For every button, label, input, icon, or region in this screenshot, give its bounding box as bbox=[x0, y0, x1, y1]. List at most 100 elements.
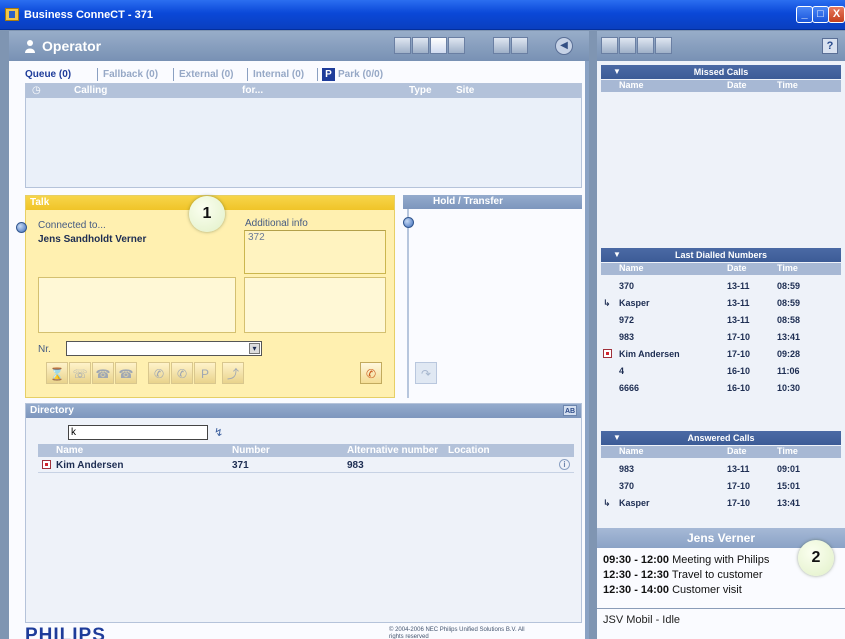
list-item[interactable]: 972 13-11 08:58 bbox=[601, 313, 841, 329]
operator-title: Operator bbox=[42, 38, 102, 54]
network-icon[interactable] bbox=[619, 37, 636, 54]
tab-queue[interactable]: Queue (0) bbox=[25, 66, 71, 83]
row-alternative: 983 bbox=[347, 460, 364, 471]
callout-marker-1: 1 bbox=[189, 196, 225, 232]
last-dialled-columns: Name Date Time bbox=[601, 263, 841, 275]
clock-icon: ◷ bbox=[32, 85, 41, 96]
list-item[interactable]: 370 13-11 08:59 bbox=[601, 279, 841, 295]
callout-marker-2: 2 bbox=[798, 540, 834, 576]
forward-icon: ↳ bbox=[603, 498, 611, 508]
list-item[interactable]: 370 17-10 15:01 bbox=[601, 479, 841, 495]
list-item[interactable]: Kim Andersen 17-10 09:28 bbox=[601, 347, 841, 363]
minimize-button[interactable]: _ bbox=[796, 6, 813, 23]
talk-line-knob[interactable] bbox=[16, 222, 27, 233]
table-row[interactable]: Kim Andersen 371 983 i bbox=[38, 459, 574, 473]
appointment-item: 09:30 - 12:00 Meeting with Philips bbox=[603, 554, 770, 566]
col-calling[interactable]: Calling bbox=[74, 85, 107, 96]
user-status-icon[interactable] bbox=[412, 37, 429, 54]
answer-call-icon[interactable]: ✆ bbox=[360, 362, 382, 384]
operator-pane: Operator ◀ Queue (0) Fallback (0) Extern… bbox=[9, 31, 589, 639]
queue-list[interactable]: ◷ Calling for... Type Site bbox=[25, 83, 582, 188]
edit-icon[interactable] bbox=[637, 37, 654, 54]
directory-search-input[interactable] bbox=[68, 425, 208, 440]
hourglass-icon[interactable]: ⌛ bbox=[46, 362, 68, 384]
operator-icon bbox=[25, 40, 35, 53]
profile-status: JSV Mobil - Idle bbox=[603, 614, 681, 626]
talk-notes-field[interactable] bbox=[38, 277, 236, 333]
side-toolbar: ? bbox=[597, 31, 845, 61]
col-name[interactable]: Name bbox=[56, 445, 83, 456]
handset-forward-icon[interactable]: ✆ bbox=[171, 362, 193, 384]
search-refresh-icon[interactable]: ↯ bbox=[214, 426, 228, 439]
forward-icon: ↳ bbox=[603, 298, 611, 308]
col-location[interactable]: Location bbox=[448, 445, 490, 456]
missed-calls-columns: Name Date Time bbox=[601, 80, 841, 92]
close-button[interactable]: X bbox=[828, 6, 845, 23]
app-icon bbox=[5, 8, 19, 21]
additional-info-field[interactable]: 372 bbox=[244, 230, 386, 274]
directory-header: Directory AB bbox=[26, 404, 581, 418]
philips-logo: PHILIPS bbox=[25, 625, 106, 639]
row-number: 371 bbox=[232, 460, 249, 471]
operator-mode-icon[interactable] bbox=[430, 37, 447, 54]
col-number[interactable]: Number bbox=[232, 445, 270, 456]
person-icon[interactable] bbox=[394, 37, 411, 54]
appointment-item: 12:30 - 12:30 Travel to customer bbox=[603, 569, 763, 581]
row-name: Kim Andersen bbox=[56, 460, 124, 471]
answered-calls-header[interactable]: ▼ Answered Calls bbox=[601, 431, 841, 445]
last-dialled-list: 370 13-11 08:59 ↳ Kasper 13-11 08:59 972 13-11… bbox=[601, 277, 841, 427]
tab-internal[interactable]: Internal (0) bbox=[253, 66, 304, 83]
additional-info-label: Additional info bbox=[245, 218, 308, 229]
list-item[interactable]: 6666 16-10 10:30 bbox=[601, 381, 841, 397]
settings-icon[interactable] bbox=[493, 37, 510, 54]
maximize-button[interactable]: □ bbox=[812, 6, 829, 23]
phone-hangup-icon[interactable]: ☎ bbox=[115, 362, 137, 384]
keypad-phone-icon[interactable]: ☏ bbox=[69, 362, 91, 384]
keypad-icon[interactable] bbox=[601, 37, 618, 54]
last-dialled-header[interactable]: ▼ Last Dialled Numbers bbox=[601, 248, 841, 262]
phone-transfer-icon[interactable]: ☎ bbox=[92, 362, 114, 384]
missed-calls-header[interactable]: ▼ Missed Calls bbox=[601, 65, 841, 79]
contact-icon bbox=[42, 460, 51, 471]
back-icon[interactable]: ◀ bbox=[555, 37, 573, 55]
tools-icon[interactable] bbox=[511, 37, 528, 54]
col-for[interactable]: for... bbox=[242, 85, 263, 96]
tab-park[interactable]: P Park (0/0) bbox=[322, 66, 383, 83]
chevron-down-icon[interactable]: ▾ bbox=[249, 343, 260, 354]
nr-dropdown[interactable]: ▾ bbox=[66, 341, 262, 356]
answered-calls-columns: Name Date Time bbox=[601, 446, 841, 458]
pickup-icon[interactable]: ⤴ bbox=[222, 362, 244, 384]
appointment-item: 12:30 - 14:00 Customer visit bbox=[603, 584, 742, 596]
phone-book-icon[interactable] bbox=[448, 37, 465, 54]
collapse-icon: ▼ bbox=[613, 250, 621, 259]
list-item[interactable]: 983 17-10 13:41 bbox=[601, 330, 841, 346]
col-alternative-number[interactable]: Alternative number bbox=[347, 445, 438, 456]
list-item[interactable]: 4 16-10 11:06 bbox=[601, 364, 841, 380]
list-item[interactable]: ↳ Kasper 13-11 08:59 bbox=[601, 296, 841, 312]
col-type[interactable]: Type bbox=[409, 85, 432, 96]
info-icon[interactable]: i bbox=[559, 459, 570, 470]
hold-line-knob[interactable] bbox=[403, 217, 414, 228]
missed-calls-list[interactable] bbox=[601, 93, 841, 243]
address-book-icon[interactable]: AB bbox=[563, 405, 577, 416]
contact-icon bbox=[603, 349, 612, 359]
connected-label: Connected to... bbox=[38, 220, 106, 231]
hold-transfer-panel: Hold / Transfer ↷ bbox=[403, 195, 582, 398]
directory-columns: Name Number Alternative number Location bbox=[38, 444, 574, 457]
list-item[interactable]: ↳ Kasper 17-10 13:41 bbox=[601, 496, 841, 512]
help-icon[interactable]: ? bbox=[822, 38, 838, 54]
collapse-icon: ▼ bbox=[613, 433, 621, 442]
queue-header: ◷ Calling for... Type Site bbox=[26, 84, 581, 98]
transfer-icon[interactable]: ↷ bbox=[415, 362, 437, 384]
redirect-icon[interactable] bbox=[655, 37, 672, 54]
handset-icon[interactable]: ✆ bbox=[148, 362, 170, 384]
additional-notes-field[interactable] bbox=[244, 277, 386, 333]
col-site[interactable]: Site bbox=[456, 85, 474, 96]
list-item[interactable]: 983 13-11 09:01 bbox=[601, 462, 841, 478]
operator-header: Operator ◀ bbox=[9, 31, 589, 61]
answered-calls-list: 983 13-11 09:01 370 17-10 15:01 ↳ Kasper 17-10… bbox=[601, 460, 841, 526]
tab-external[interactable]: External (0) bbox=[179, 66, 233, 83]
hold-transfer-header: Hold / Transfer bbox=[403, 195, 582, 209]
tab-fallback[interactable]: Fallback (0) bbox=[103, 66, 158, 83]
park-icon[interactable]: P bbox=[194, 362, 216, 384]
